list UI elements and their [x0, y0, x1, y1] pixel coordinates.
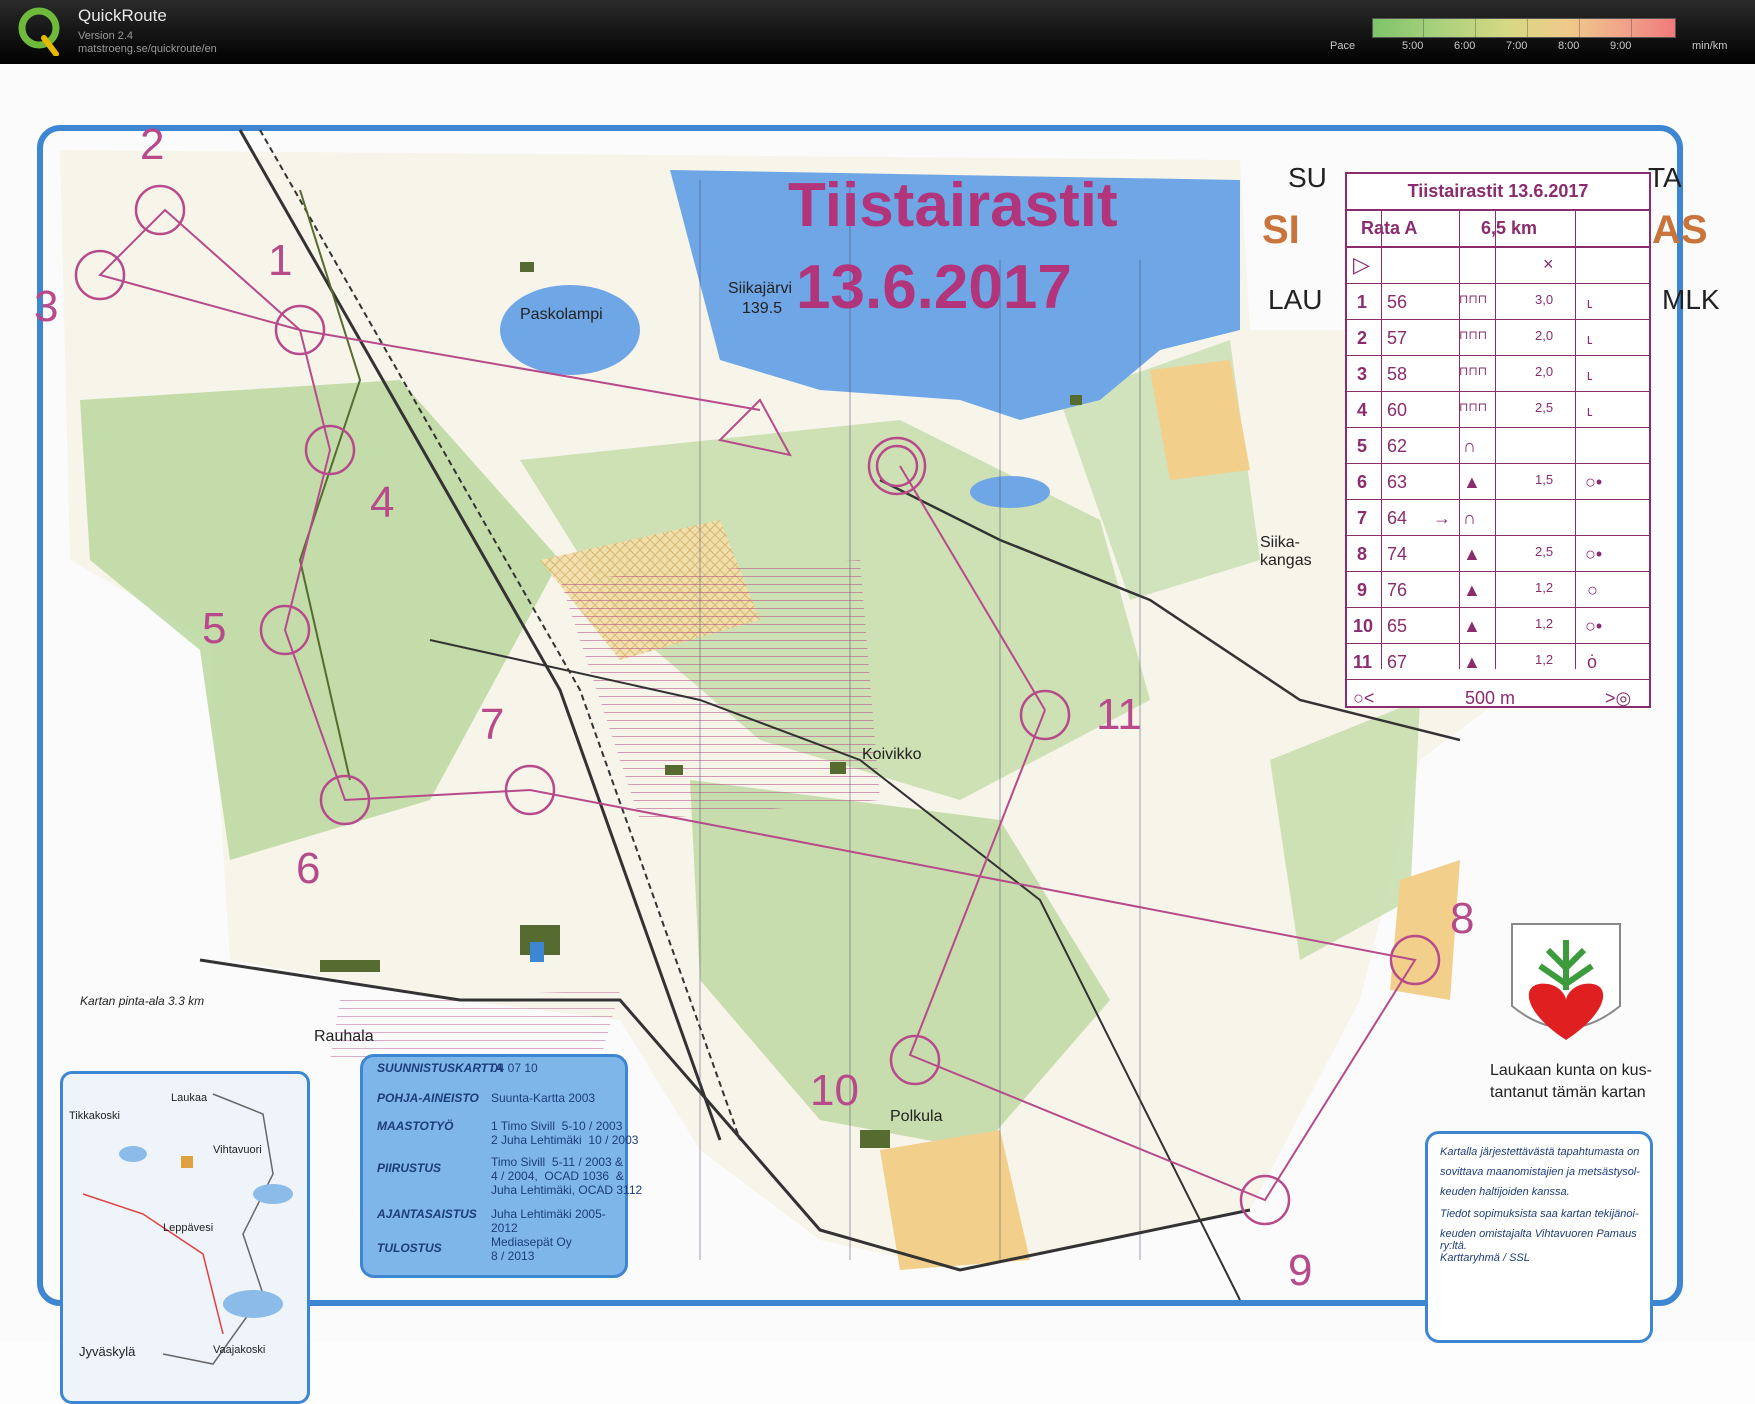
control-number: 5 [202, 604, 227, 653]
place-name: Koivikko [862, 746, 922, 763]
place-name: Rauhala [314, 1028, 374, 1045]
map-date: 13.6.2017 [796, 253, 1072, 322]
corner-icon: ˪ [1587, 364, 1593, 384]
app-url[interactable]: matstroeng.se/quickroute/en [78, 43, 217, 56]
hill-icon: ∩ [1463, 436, 1476, 456]
control-row: 11 67 ▲ 1,2 ȯ [1347, 644, 1649, 680]
boulder-icon: ▲ [1463, 472, 1481, 492]
control-description-table: Tiistairastit 13.6.2017 Rata A 6,5 km ▷ … [1345, 172, 1651, 708]
finish-icon: >◎ [1605, 688, 1632, 708]
app-name: QuickRoute [78, 6, 167, 25]
inset-place: Jyväskylä [79, 1344, 136, 1359]
start-row: ▷ × [1347, 248, 1649, 284]
corner-icon: ˪ [1587, 400, 1593, 420]
pace-unit: min/km [1692, 40, 1728, 52]
control-number: 3 [34, 282, 59, 331]
sponsor-line: Laukaan kunta on kus- [1490, 1062, 1652, 1079]
control-number: 2 [140, 120, 165, 169]
inset-place: Vaajakoski [213, 1344, 266, 1356]
place-name: Siikajärvi [728, 280, 793, 297]
ditch-icon: ⊓⊓⊓ [1459, 328, 1488, 342]
control-row: 10 65 ▲ 1,2 ○• [1347, 608, 1649, 644]
course-name: Rata A [1361, 218, 1418, 238]
finish-row: ○< 500 m >◎ [1347, 680, 1649, 715]
control-number: 9 [1288, 1246, 1313, 1295]
sponsor-line: tantanut tämän kartan [1490, 1084, 1646, 1101]
app-version: Version 2.4 [78, 30, 134, 42]
place-name: Paskolampi [520, 306, 603, 323]
control-number: 6 [296, 844, 321, 893]
place-name: Polkula [890, 1108, 943, 1125]
start-triangle-icon: ▷ [1353, 252, 1370, 277]
side-icon: ○• [1585, 616, 1603, 636]
inset-place: Leppävesi [163, 1222, 214, 1234]
banner-fragment: SI [1262, 208, 1300, 252]
hill-icon: ∩ [1463, 508, 1476, 528]
map-title: Tiistairastit [788, 171, 1118, 240]
corner-icon: ˪ [1587, 292, 1593, 312]
control-number: 11 [1096, 690, 1142, 739]
control-number: 1 [268, 236, 293, 285]
control-row: 8 74 ▲ 2,5 ○• [1347, 536, 1649, 572]
legal-note-box: Kartalla järjestettävästä tapahtumasta o… [1425, 1131, 1653, 1343]
inset-caption: Kartan pinta-ala 3.3 km [80, 994, 205, 1008]
control-number: 8 [1450, 894, 1475, 943]
side-icon: ○• [1585, 544, 1603, 564]
pace-tick: 5:00 [1402, 40, 1424, 52]
boulder-icon: ▲ [1463, 616, 1481, 636]
inset-place: Vihtavuori [213, 1144, 262, 1156]
quickroute-logo-icon [18, 7, 60, 56]
banner-fragment: TA [1648, 162, 1682, 193]
control-number: 7 [480, 700, 505, 749]
control-row: 1 56 ⊓⊓⊓ 3,0 ˪ [1347, 284, 1649, 320]
x-icon: × [1543, 254, 1554, 274]
ditch-icon: ⊓⊓⊓ [1459, 292, 1488, 306]
pace-tick: 6:00 [1454, 40, 1476, 52]
banner-fragment: SU [1288, 162, 1327, 193]
inset-place: Tikkakoski [69, 1110, 120, 1122]
place-name: Siika- kangas [1260, 534, 1312, 569]
inset-place: Laukaa [171, 1092, 208, 1104]
place-name: 139.5 [742, 300, 783, 317]
control-table-course-row: Rata A 6,5 km [1347, 211, 1649, 248]
ditch-icon: ⊓⊓⊓ [1459, 400, 1488, 414]
inset-overview-map: Laukaa Tikkakoski Vihtavuori Leppävesi J… [60, 1071, 310, 1404]
finish-distance: 500 m [1465, 688, 1516, 708]
map-credits-box: SUUNNISTUSKARTTA 04 07 10 POHJA-AINEISTO… [360, 1054, 642, 1278]
pace-tick: 9:00 [1610, 40, 1632, 52]
map-canvas[interactable]: Laukaa Tikkakoski Vihtavuori Leppävesi J… [0, 64, 1755, 1404]
finish-start-icon: ○< [1353, 688, 1375, 708]
banner-fragment: LAU [1268, 284, 1323, 315]
side-icon: ○• [1585, 472, 1603, 492]
side-icon: ○ [1587, 580, 1598, 600]
corner-icon: ˪ [1587, 328, 1593, 348]
banner-fragment: MLK [1662, 284, 1720, 315]
control-row: 4 60 ⊓⊓⊓ 2,5 ˪ [1347, 392, 1649, 428]
pace-tick: 8:00 [1558, 40, 1580, 52]
control-row: 9 76 ▲ 1,2 ○ [1347, 572, 1649, 608]
boulder-icon: ▲ [1463, 544, 1481, 564]
pace-label: Pace [1330, 40, 1356, 52]
control-row: 6 63 ▲ 1,5 ○• [1347, 464, 1649, 500]
control-number: 4 [370, 478, 395, 527]
control-row: 3 58 ⊓⊓⊓ 2,0 ˪ [1347, 356, 1649, 392]
control-number: 10 [810, 1066, 859, 1115]
control-row: 2 57 ⊓⊓⊓ 2,0 ˪ [1347, 320, 1649, 356]
ditch-icon: ⊓⊓⊓ [1459, 364, 1488, 378]
pace-color-scale [1372, 18, 1676, 38]
app-title-bar: QuickRoute Version 2.4 matstroeng.se/qui… [0, 0, 1755, 64]
pace-tick: 7:00 [1506, 40, 1528, 52]
control-row: 5 62 ∩ [1347, 428, 1649, 464]
arrow-icon: → [1433, 508, 1451, 528]
boulder-icon: ▲ [1463, 652, 1481, 672]
coat-of-arms-icon [1511, 923, 1621, 1040]
course-length: 6,5 km [1481, 218, 1538, 238]
control-table-title: Tiistairastit 13.6.2017 [1347, 174, 1649, 211]
control-row: 7 64 → ∩ [1347, 500, 1649, 536]
banner-fragment: AS [1652, 208, 1708, 252]
boulder-icon: ▲ [1463, 580, 1481, 600]
side-icon: ȯ [1587, 652, 1598, 672]
